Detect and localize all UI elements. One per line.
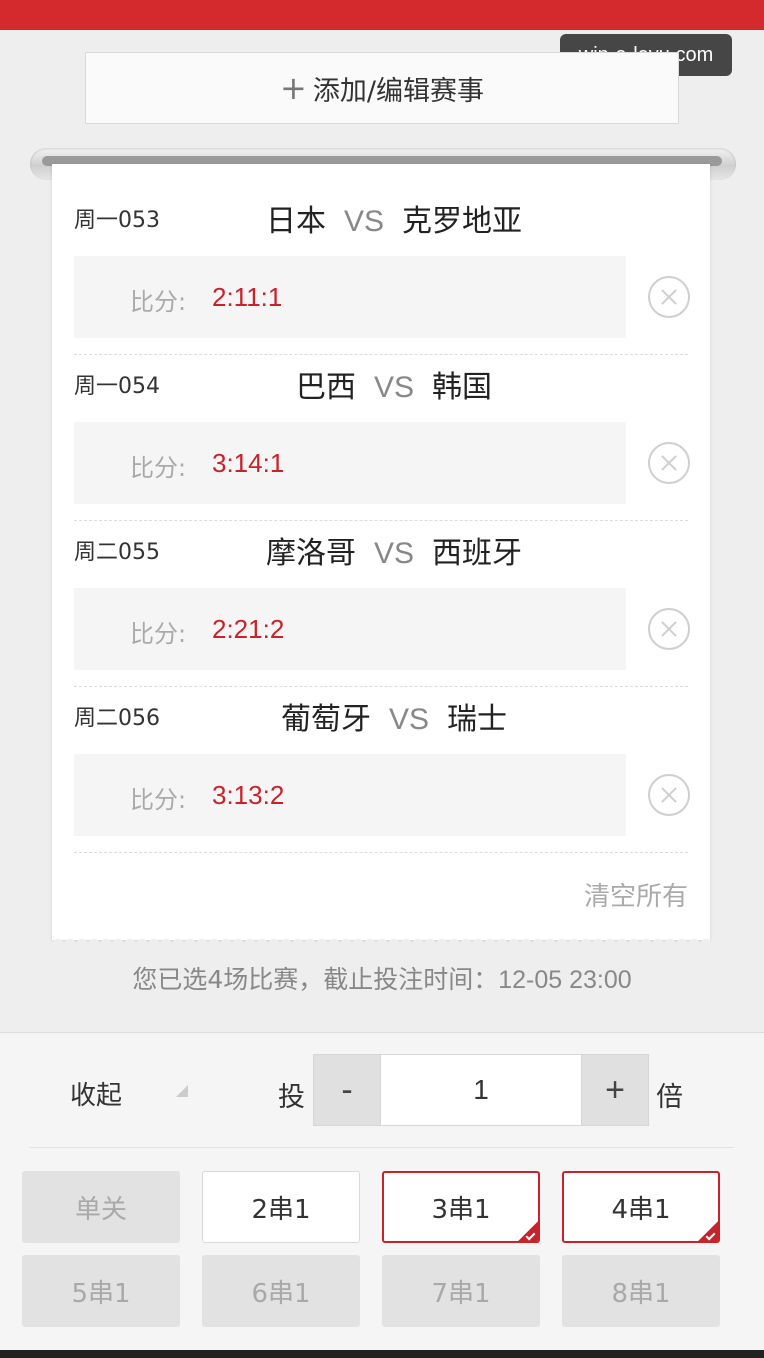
match-item: 周二055 摩洛哥 VS 西班牙 比分: 2:21:2 — [74, 516, 690, 687]
away-team: 西班牙 — [432, 536, 523, 571]
pass-type-label: 4串1 — [611, 1194, 671, 1225]
pass-type-label: 2串1 — [251, 1194, 311, 1225]
match-code: 周一054 — [74, 374, 160, 399]
pass-type-single[interactable]: 单关 — [22, 1171, 180, 1243]
pass-type-3x1[interactable]: 3串1 — [382, 1171, 540, 1243]
multiplier-stepper: - 1 + — [313, 1054, 649, 1126]
bet-options-panel: 收起 投 - 1 + 倍 单关 2串1 3串1 4串1 5串1 6串1 7串1 … — [0, 1032, 764, 1358]
vs-label: VS — [343, 205, 385, 238]
add-edit-match-label: 添加/编辑赛事 — [312, 75, 484, 107]
system-nav-bar — [0, 1350, 764, 1358]
away-team: 韩国 — [432, 370, 493, 405]
score-value: 3:13:2 — [212, 780, 285, 810]
score-label: 比分: — [130, 620, 187, 648]
away-team: 瑞士 — [447, 702, 508, 737]
match-code: 周一053 — [74, 208, 160, 233]
score-label: 比分: — [130, 786, 187, 814]
increase-multiplier-button[interactable]: + — [582, 1055, 648, 1125]
vs-label: VS — [373, 537, 415, 570]
pass-type-label: 5串1 — [71, 1278, 131, 1309]
score-selection[interactable]: 比分: 3:14:1 — [74, 422, 626, 504]
decrease-multiplier-button[interactable]: - — [314, 1055, 380, 1125]
pass-type-7x1[interactable]: 7串1 — [382, 1255, 540, 1327]
multiplier-input[interactable]: 1 — [380, 1055, 582, 1125]
divider — [74, 852, 688, 853]
bet-label: 投 — [278, 1082, 305, 1113]
score-value: 2:21:2 — [212, 614, 285, 644]
vs-label: VS — [388, 703, 430, 736]
selection-summary: 您已选4场比赛，截止投注时间：12-05 23:00 — [0, 960, 764, 996]
collapse-button[interactable]: 收起 — [70, 1075, 122, 1112]
deadline-time: 12-05 23:00 — [498, 966, 632, 994]
home-team: 巴西 — [295, 370, 356, 405]
home-team: 葡萄牙 — [280, 702, 371, 737]
remove-match-icon[interactable] — [648, 442, 690, 484]
pass-type-8x1[interactable]: 8串1 — [562, 1255, 720, 1327]
top-app-bar — [0, 0, 764, 30]
match-teams: 摩洛哥 VS 西班牙 — [224, 528, 564, 572]
score-label: 比分: — [130, 288, 187, 316]
times-label: 倍 — [656, 1082, 683, 1113]
match-item: 周一054 巴西 VS 韩国 比分: 3:14:1 — [74, 350, 690, 521]
remove-match-icon[interactable] — [648, 276, 690, 318]
pass-type-4x1[interactable]: 4串1 — [562, 1171, 720, 1243]
summary-text: 您已选4场比赛，截止投注时间： — [132, 965, 499, 994]
pass-type-label: 8串1 — [611, 1278, 671, 1309]
remove-match-icon[interactable] — [648, 608, 690, 650]
plus-icon: + — [280, 69, 307, 107]
pass-type-label: 7串1 — [431, 1278, 491, 1309]
divider — [30, 1147, 734, 1148]
score-label: 比分: — [130, 454, 187, 482]
collapse-arrow-icon[interactable] — [176, 1085, 188, 1097]
pass-type-6x1[interactable]: 6串1 — [202, 1255, 360, 1327]
bet-slip: 周一053 日本 VS 克罗地亚 比分: 2:11:1 周一054 巴西 VS 韩国 比… — [52, 164, 710, 940]
score-value: 3:14:1 — [212, 448, 285, 478]
score-selection[interactable]: 比分: 3:13:2 — [74, 754, 626, 836]
match-teams: 巴西 VS 韩国 — [224, 362, 564, 406]
pass-type-label: 6串1 — [251, 1278, 311, 1309]
score-selection[interactable]: 比分: 2:21:2 — [74, 588, 626, 670]
match-teams: 葡萄牙 VS 瑞士 — [224, 694, 564, 738]
match-code: 周二055 — [74, 540, 160, 565]
match-item: 周二056 葡萄牙 VS 瑞士 比分: 3:13:2 — [74, 682, 690, 853]
vs-label: VS — [373, 371, 415, 404]
score-selection[interactable]: 比分: 2:11:1 — [74, 256, 626, 338]
away-team: 克罗地亚 — [402, 204, 523, 239]
home-team: 日本 — [265, 204, 326, 239]
ticket-serrated-edge — [52, 932, 710, 944]
pass-type-label: 3串1 — [431, 1194, 491, 1225]
remove-match-icon[interactable] — [648, 774, 690, 816]
add-edit-match-button[interactable]: + 添加/编辑赛事 — [85, 52, 679, 124]
home-team: 摩洛哥 — [265, 536, 356, 571]
pass-type-5x1[interactable]: 5串1 — [22, 1255, 180, 1327]
score-value: 2:11:1 — [212, 282, 283, 312]
clear-all-button[interactable]: 清空所有 — [584, 876, 688, 913]
pass-type-2x1[interactable]: 2串1 — [202, 1171, 360, 1243]
match-item: 周一053 日本 VS 克罗地亚 比分: 2:11:1 — [74, 184, 690, 355]
match-code: 周二056 — [74, 706, 160, 731]
pass-type-label: 单关 — [74, 1194, 127, 1225]
match-teams: 日本 VS 克罗地亚 — [224, 196, 564, 240]
